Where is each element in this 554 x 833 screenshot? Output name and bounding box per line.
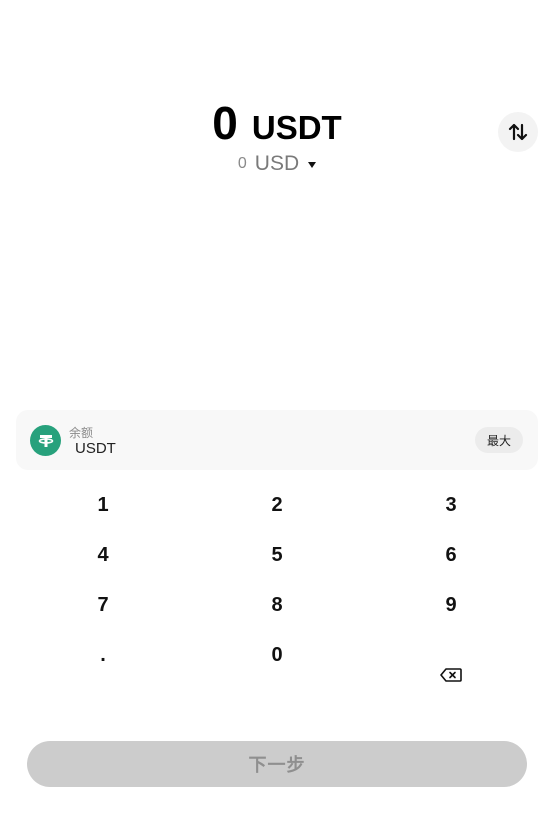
key-5[interactable]: 5 bbox=[190, 530, 364, 580]
key-6[interactable]: 6 bbox=[364, 530, 538, 580]
fiat-currency: USD bbox=[254, 152, 300, 175]
swap-button[interactable] bbox=[498, 112, 538, 152]
balance-label: 余额 bbox=[69, 426, 94, 440]
key-3[interactable]: 3 bbox=[364, 480, 538, 530]
numeric-keypad: 1 2 3 4 5 6 7 8 9 . 0 bbox=[16, 480, 538, 700]
next-step-button[interactable]: 下一步 bbox=[27, 741, 527, 787]
swap-vertical-icon bbox=[508, 123, 528, 141]
key-4[interactable]: 4 bbox=[16, 530, 190, 580]
tether-logo-icon bbox=[30, 425, 61, 456]
backspace-key[interactable] bbox=[364, 650, 538, 700]
fiat-value: 0 bbox=[237, 155, 247, 172]
key-8[interactable]: 8 bbox=[190, 580, 364, 630]
key-2[interactable]: 2 bbox=[190, 480, 364, 530]
key-1[interactable]: 1 bbox=[16, 480, 190, 530]
max-button[interactable]: 最大 bbox=[475, 427, 523, 453]
key-0[interactable]: 0 bbox=[190, 630, 364, 680]
amount-unit: USDT bbox=[251, 109, 342, 146]
backspace-icon bbox=[440, 668, 462, 682]
amount-value: 0 bbox=[212, 97, 238, 149]
balance-value: USDT bbox=[75, 440, 116, 457]
caret-down-icon bbox=[308, 162, 317, 168]
amount-display: 0 USDT bbox=[0, 96, 554, 150]
balance-card: 余额 USDT 最大 bbox=[16, 410, 538, 470]
key-9[interactable]: 9 bbox=[364, 580, 538, 630]
fiat-currency-selector[interactable]: 0 USD bbox=[0, 152, 554, 176]
key-decimal[interactable]: . bbox=[16, 630, 190, 680]
key-7[interactable]: 7 bbox=[16, 580, 190, 630]
